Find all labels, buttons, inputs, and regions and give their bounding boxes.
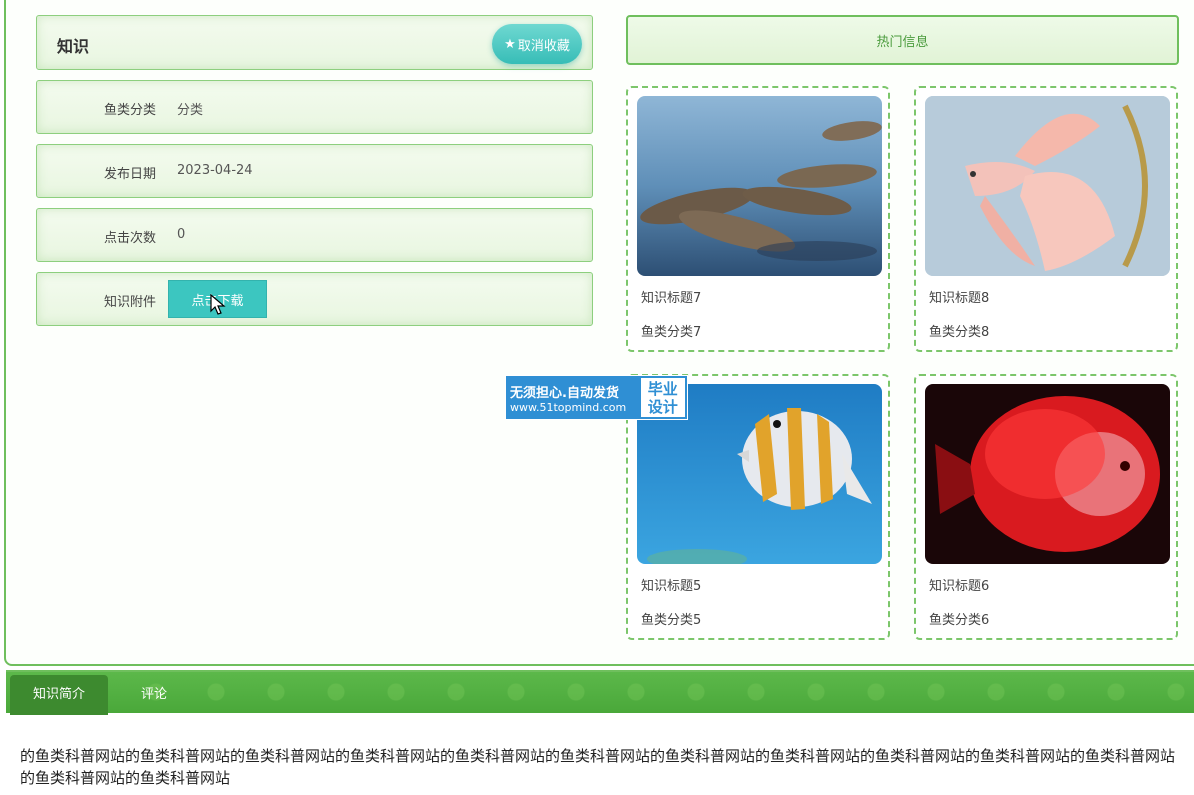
- field-row-category: 鱼类分类 分类: [36, 80, 593, 134]
- field-value: 分类: [177, 103, 204, 118]
- card-category: 鱼类分类5: [641, 613, 702, 628]
- field-value: 0: [177, 227, 186, 242]
- field-row-date: 发布日期 2023-04-24: [36, 144, 593, 198]
- field-row-clicks: 点击次数 0: [36, 208, 593, 262]
- tab-intro[interactable]: 知识简介: [10, 675, 108, 715]
- card-category: 鱼类分类7: [641, 325, 702, 340]
- card-title: 知识标题5: [641, 579, 702, 594]
- hot-card[interactable]: 知识标题7 鱼类分类7: [626, 86, 890, 352]
- field-value: 2023-04-24: [177, 163, 253, 178]
- card-category: 鱼类分类6: [929, 613, 990, 628]
- hot-info-header: 热门信息: [626, 15, 1179, 65]
- star-icon: ★: [504, 36, 516, 52]
- field-row-attachment: 知识附件 点击下载: [36, 272, 593, 326]
- hot-card[interactable]: 知识标题8 鱼类分类8: [914, 86, 1178, 352]
- fish-image[interactable]: [925, 384, 1170, 564]
- card-category: 鱼类分类8: [929, 325, 990, 340]
- watermark-stamp: 毕业 设计: [638, 376, 687, 419]
- field-label: 发布日期: [103, 167, 156, 182]
- field-label: 点击次数: [103, 231, 156, 246]
- hot-card[interactable]: 知识标题6 鱼类分类6: [914, 374, 1178, 640]
- card-title: 知识标题6: [929, 579, 990, 594]
- detail-tab-bar: 知识简介 评论: [6, 670, 1194, 715]
- card-title: 知识标题8: [929, 291, 990, 306]
- fish-image[interactable]: [637, 96, 882, 276]
- mouse-cursor-icon: [210, 294, 226, 315]
- unfavorite-button[interactable]: ★ 取消收藏: [492, 24, 582, 64]
- watermark-line2: www.51topmind.com: [510, 400, 627, 414]
- watermark-badge2: 设计: [647, 397, 678, 416]
- card-title: 知识标题7: [641, 291, 702, 306]
- tab-comments[interactable]: 评论: [124, 675, 184, 715]
- watermark-text: 无须担心.自动发货 www.51topmind.com: [506, 376, 639, 419]
- field-label: 知识附件: [103, 295, 156, 310]
- fish-image[interactable]: [925, 96, 1170, 276]
- watermark-badge: 无须担心.自动发货 www.51topmind.com 毕业 设计: [505, 375, 688, 420]
- field-label: 鱼类分类: [103, 103, 156, 118]
- intro-content: 的鱼类科普网站的鱼类科普网站的鱼类科普网站的鱼类科普网站的鱼类科普网站的鱼类科普…: [20, 747, 1176, 787]
- knowledge-title: 知识: [57, 37, 90, 56]
- knowledge-title-box: 知识 ★ 取消收藏: [36, 15, 593, 70]
- watermark-badge1: 毕业: [647, 379, 678, 398]
- unfavorite-label: 取消收藏: [517, 38, 570, 54]
- knowledge-detail: 知识 ★ 取消收藏 鱼类分类 分类 发布日期 2023-04-24 点击次数 0…: [36, 15, 593, 336]
- watermark-line1: 无须担心.自动发货: [510, 385, 619, 401]
